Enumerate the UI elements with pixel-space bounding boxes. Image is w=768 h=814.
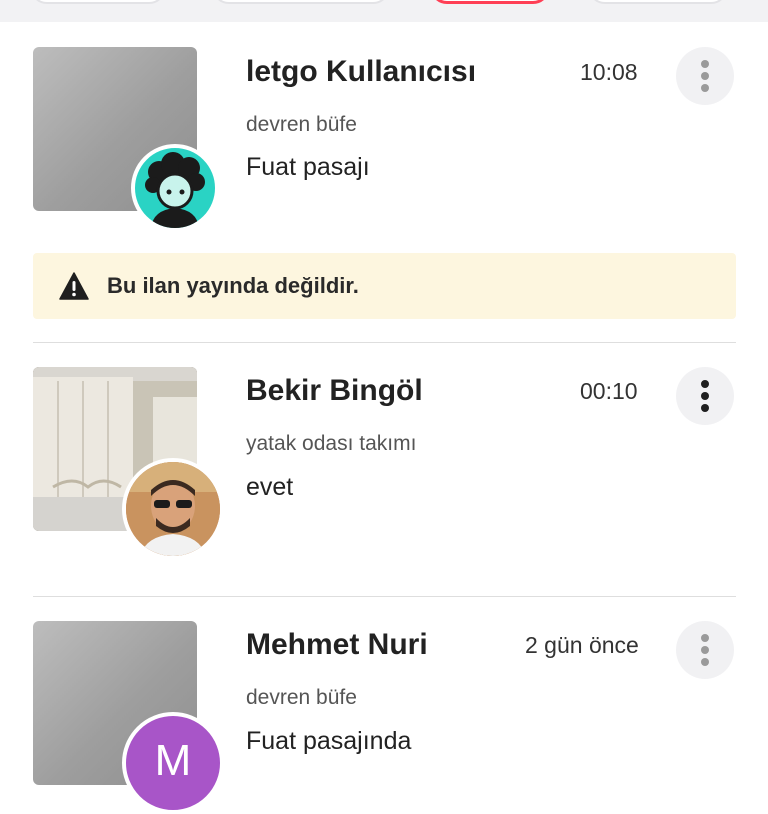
conversation-name: Bekir Bingöl — [246, 374, 423, 407]
more-options-button[interactable] — [676, 367, 734, 425]
user-initial-avatar: M — [122, 712, 224, 814]
divider — [33, 596, 736, 597]
filter-chip-4[interactable] — [588, 0, 728, 4]
conversation-time: 2 gün önce — [525, 632, 639, 658]
default-user-avatar-icon — [131, 144, 219, 232]
more-vertical-icon — [701, 634, 709, 642]
conversation-time: 00:10 — [580, 378, 638, 404]
filter-chip-2[interactable] — [212, 0, 390, 4]
warning-triangle-icon — [59, 272, 89, 300]
conversation-name: letgo Kullanıcısı — [246, 55, 477, 88]
filter-chip-1[interactable] — [30, 0, 166, 4]
avatar-initial: M — [154, 736, 192, 785]
divider — [33, 342, 736, 343]
more-options-button[interactable] — [676, 621, 734, 679]
listing-title: yatak odası takımı — [246, 432, 417, 455]
last-message: Fuat pasajında — [246, 727, 412, 755]
conversation-name: Mehmet Nuri — [246, 628, 428, 661]
more-vertical-icon — [701, 380, 709, 388]
last-message: evet — [246, 473, 294, 501]
filter-chip-active[interactable] — [430, 0, 550, 4]
last-message: Fuat pasajı — [246, 153, 370, 181]
banner-text: Bu ilan yayında değildir. — [107, 273, 359, 298]
user-photo-avatar — [122, 458, 224, 560]
listing-title: devren büfe — [246, 113, 357, 136]
more-options-button[interactable] — [676, 47, 734, 105]
listing-unavailable-banner: Bu ilan yayında değildir. — [33, 253, 736, 319]
listing-title: devren büfe — [246, 686, 357, 709]
conversation-time: 10:08 — [580, 59, 638, 85]
filter-bar — [0, 0, 768, 22]
more-vertical-icon — [701, 60, 709, 68]
